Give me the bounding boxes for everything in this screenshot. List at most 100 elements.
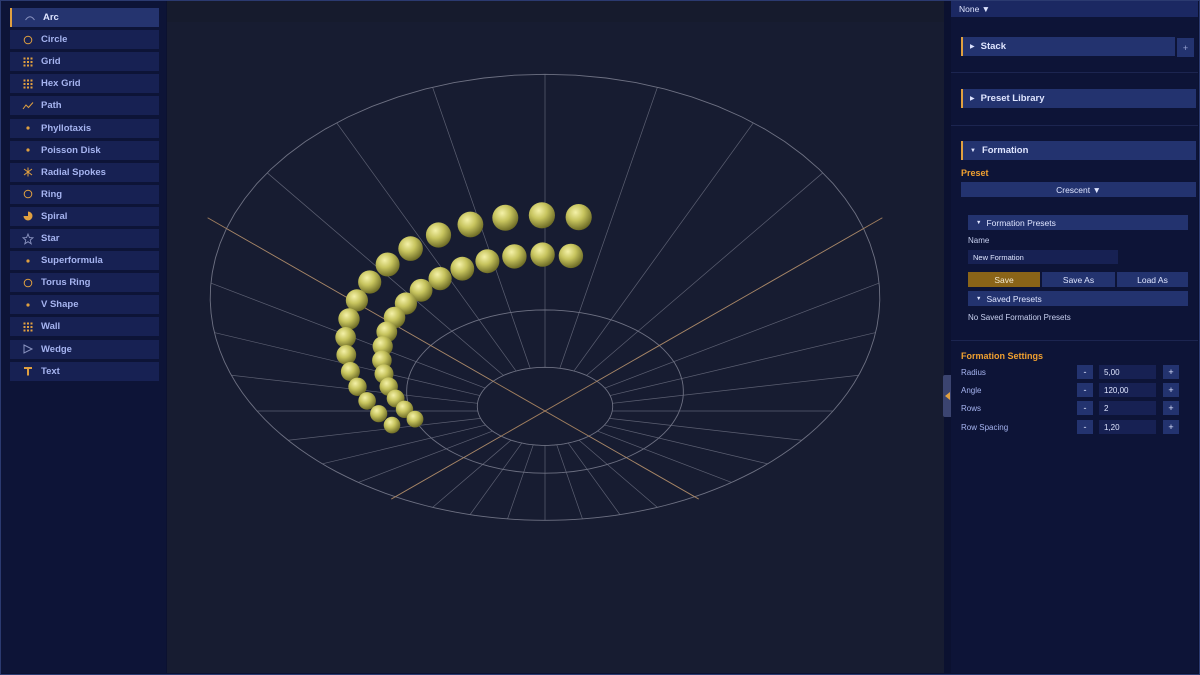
formation-sphere	[492, 204, 519, 231]
top-select[interactable]: None ▼	[959, 4, 990, 14]
rows-increment-button[interactable]: +	[1163, 401, 1179, 415]
save-button[interactable]: Save	[968, 272, 1040, 287]
expand-down-icon: ▼	[976, 295, 982, 302]
angle-decrement-button[interactable]: -	[1077, 383, 1093, 397]
formation-sphere	[450, 256, 475, 281]
sidebar-item-star[interactable]: Star	[10, 229, 159, 248]
formation-sphere	[338, 308, 360, 330]
sidebar-item-label: Text	[41, 365, 60, 377]
radius-increment-button[interactable]: +	[1163, 365, 1179, 379]
caret-left-icon	[944, 392, 950, 400]
sidebar-item-phyllotaxis[interactable]: Phyllotaxis	[10, 118, 159, 138]
formation-sphere	[370, 405, 388, 423]
sidebar-item-circle[interactable]: Circle	[10, 30, 159, 50]
sidebar-item-text[interactable]: Text	[10, 361, 159, 381]
name-label: Name	[968, 236, 990, 245]
path-icon	[22, 100, 34, 112]
grid-ring	[476, 366, 614, 446]
formation-sphere	[335, 327, 356, 348]
sidebar-item-arc[interactable]: Arc	[10, 8, 159, 27]
radius-value[interactable]: 5,00	[1099, 365, 1156, 379]
load-as-button[interactable]: Load As	[1117, 272, 1188, 287]
stack-add-button[interactable]: +	[1177, 38, 1194, 57]
formation-sphere	[428, 267, 452, 291]
panel-top-bar: None ▼	[951, 1, 1198, 17]
grid-spoke	[604, 424, 768, 465]
sidebar-item-label: Radial Spokes	[41, 166, 106, 178]
grid-spoke	[612, 374, 859, 404]
sidebar-item-torus-ring[interactable]: Torus Ring	[10, 273, 159, 293]
grid-spoke	[597, 430, 732, 483]
sidebar-item-label: Spiral	[41, 210, 68, 222]
sidebar-item-wedge[interactable]: Wedge	[10, 339, 159, 359]
sidebar-item-superformula[interactable]: Superformula	[10, 251, 159, 271]
sidebar-item-label: Grid	[41, 56, 61, 68]
axis-line	[207, 217, 699, 500]
sidebar-item-v-shape[interactable]: V Shape	[10, 295, 159, 315]
angle-value[interactable]: 120,00	[1099, 383, 1156, 397]
grid-spoke	[573, 122, 754, 372]
saved-presets-header[interactable]: ▼ Saved Presets	[968, 291, 1188, 306]
shape-sidebar: Arc Circle Grid Hex Grid Path Phyllotaxis Pois…	[1, 1, 166, 673]
expand-down-icon: ▼	[976, 219, 982, 226]
formation-sphere	[406, 410, 424, 428]
sidebar-item-spiral[interactable]: Spiral	[10, 206, 159, 226]
row-spacing-decrement-button[interactable]: -	[1077, 420, 1093, 434]
arc-icon	[24, 12, 36, 24]
formation-sphere	[565, 204, 592, 231]
sidebar-item-wall[interactable]: Wall	[10, 317, 159, 337]
dot-icon	[22, 255, 34, 267]
sidebar-item-label: Wall	[41, 321, 61, 333]
grid-spoke	[586, 172, 824, 376]
polar-ground-grid	[207, 73, 883, 521]
sidebar-item-hex-grid[interactable]: Hex Grid	[10, 74, 159, 94]
formation-sphere	[383, 416, 401, 434]
sidebar-item-label: Poisson Disk	[41, 144, 101, 156]
sidebar-item-radial-spokes[interactable]: Radial Spokes	[10, 162, 159, 182]
preset-library-header[interactable]: ▶ Preset Library	[961, 89, 1196, 108]
formation-spheres	[335, 202, 592, 434]
expand-right-icon: ▶	[970, 96, 975, 102]
sidebar-item-poisson-disk[interactable]: Poisson Disk	[10, 140, 159, 160]
sidebar-item-path[interactable]: Path	[10, 96, 159, 116]
formation-sphere	[502, 244, 527, 269]
sidebar-item-label: Phyllotaxis	[41, 122, 92, 134]
formation-section-header[interactable]: ▼ Formation	[961, 141, 1196, 160]
preset-name-input[interactable]	[968, 250, 1118, 264]
preset-library-title: Preset Library	[980, 93, 1045, 104]
rows-value[interactable]: 2	[1099, 401, 1156, 415]
properties-panel: None ▼ ▶ Stack + ▶ Preset Library ▼ Form…	[951, 1, 1198, 673]
rows-decrement-button[interactable]: -	[1077, 401, 1093, 415]
grid-spoke	[609, 417, 802, 441]
save-as-button[interactable]: Save As	[1042, 272, 1115, 287]
grid-spoke	[322, 424, 486, 465]
formation-sphere	[457, 211, 484, 238]
row-spacing-label: Row Spacing	[961, 423, 1009, 432]
rows-label: Rows	[961, 404, 982, 413]
preset-dropdown[interactable]: Crescent ▼	[961, 182, 1196, 197]
formation-sphere	[375, 252, 400, 277]
sidebar-item-label: Path	[41, 100, 62, 112]
radius-decrement-button[interactable]: -	[1077, 365, 1093, 379]
grid-spoke	[358, 430, 493, 483]
formation-sphere	[530, 242, 555, 267]
expand-right-icon: ▶	[970, 44, 975, 50]
row-spacing-value[interactable]: 1,20	[1099, 420, 1156, 434]
saved-presets-title: Saved Presets	[986, 293, 1042, 304]
3d-viewport[interactable]	[167, 1, 944, 673]
expand-down-icon: ▼	[970, 147, 976, 154]
sidebar-item-label: Torus Ring	[41, 277, 91, 289]
sidebar-item-ring[interactable]: Ring	[10, 184, 159, 204]
no-presets-text: No Saved Formation Presets	[968, 313, 1071, 322]
dot-icon	[22, 122, 34, 134]
angle-increment-button[interactable]: +	[1163, 383, 1179, 397]
star-icon	[22, 232, 34, 245]
grid-spoke	[469, 442, 523, 515]
formation-presets-header[interactable]: ▼ Formation Presets	[968, 215, 1188, 230]
wedge-icon	[22, 343, 34, 355]
sidebar-item-label: Star	[41, 233, 60, 244]
stack-section-header[interactable]: ▶ Stack	[961, 37, 1175, 56]
sidebar-item-grid[interactable]: Grid	[10, 52, 159, 72]
row-spacing-increment-button[interactable]: +	[1163, 420, 1179, 434]
scene-canvas[interactable]	[167, 1, 944, 673]
